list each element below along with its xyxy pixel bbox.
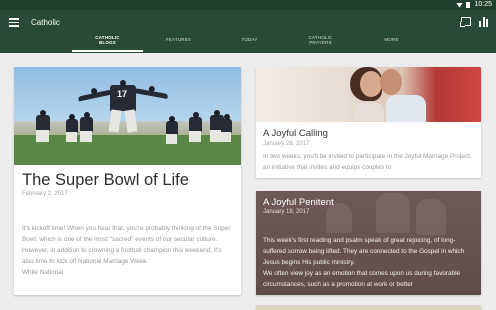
couple-photo — [256, 67, 481, 122]
card-excerpt-body: This week's first reading and psalm spea… — [263, 237, 465, 266]
card-excerpt: In two weeks, you'll be invited to parti… — [263, 153, 472, 171]
blog-card-joyful-calling[interactable]: A Joyful Calling January 26, 2017 In two… — [256, 67, 481, 178]
app-title: Catholic — [31, 18, 60, 27]
menu-icon[interactable] — [9, 18, 19, 27]
tab-bar: CATHOLIC BLOGS FEATURES TODAY CATHOLIC P… — [72, 28, 427, 52]
stats-icon[interactable] — [479, 17, 489, 27]
football-players-photo: 17 — [14, 67, 241, 165]
card-excerpt: This week's first reading and psalm spea… — [263, 235, 478, 290]
system-icons — [456, 2, 470, 8]
blog-card-joyful-penitent[interactable]: A Joyful Penitent January 19, 2017 This … — [256, 191, 481, 295]
card-excerpt: It's kickoff time! When you hear that, y… — [22, 223, 234, 278]
blog-card-partial[interactable] — [256, 305, 481, 310]
card-excerpt-body-2: We often view joy as an emotion that com… — [263, 270, 461, 288]
wifi-icon — [456, 2, 463, 8]
battery-icon — [466, 2, 470, 8]
status-bar: 10:25 — [0, 0, 496, 10]
card-title: A Joyful Penitent — [263, 197, 334, 208]
card-title: The Super Bowl of Life — [22, 171, 189, 189]
card-title: A Joyful Calling — [263, 128, 328, 139]
card-date: January 26, 2017 — [263, 141, 310, 147]
blog-card-super-bowl[interactable]: 17 The Super Bowl of Life February 2, 20… — [14, 67, 241, 295]
card-excerpt-tail: While National — [22, 269, 64, 276]
card-date: January 19, 2017 — [263, 209, 310, 215]
tab-today[interactable]: TODAY — [214, 28, 285, 52]
card-date: February 2, 2017 — [22, 191, 68, 197]
cast-icon[interactable] — [460, 17, 471, 27]
tab-more[interactable]: MORE — [356, 28, 427, 52]
status-time: 10:25 — [474, 1, 492, 8]
card-excerpt-body: It's kickoff time! When you hear that, y… — [22, 225, 231, 265]
tab-catholic-blogs[interactable]: CATHOLIC BLOGS — [72, 28, 143, 52]
tab-features[interactable]: FEATURES — [143, 28, 214, 52]
tab-catholic-prayers[interactable]: CATHOLIC PRAYERS — [285, 28, 356, 52]
